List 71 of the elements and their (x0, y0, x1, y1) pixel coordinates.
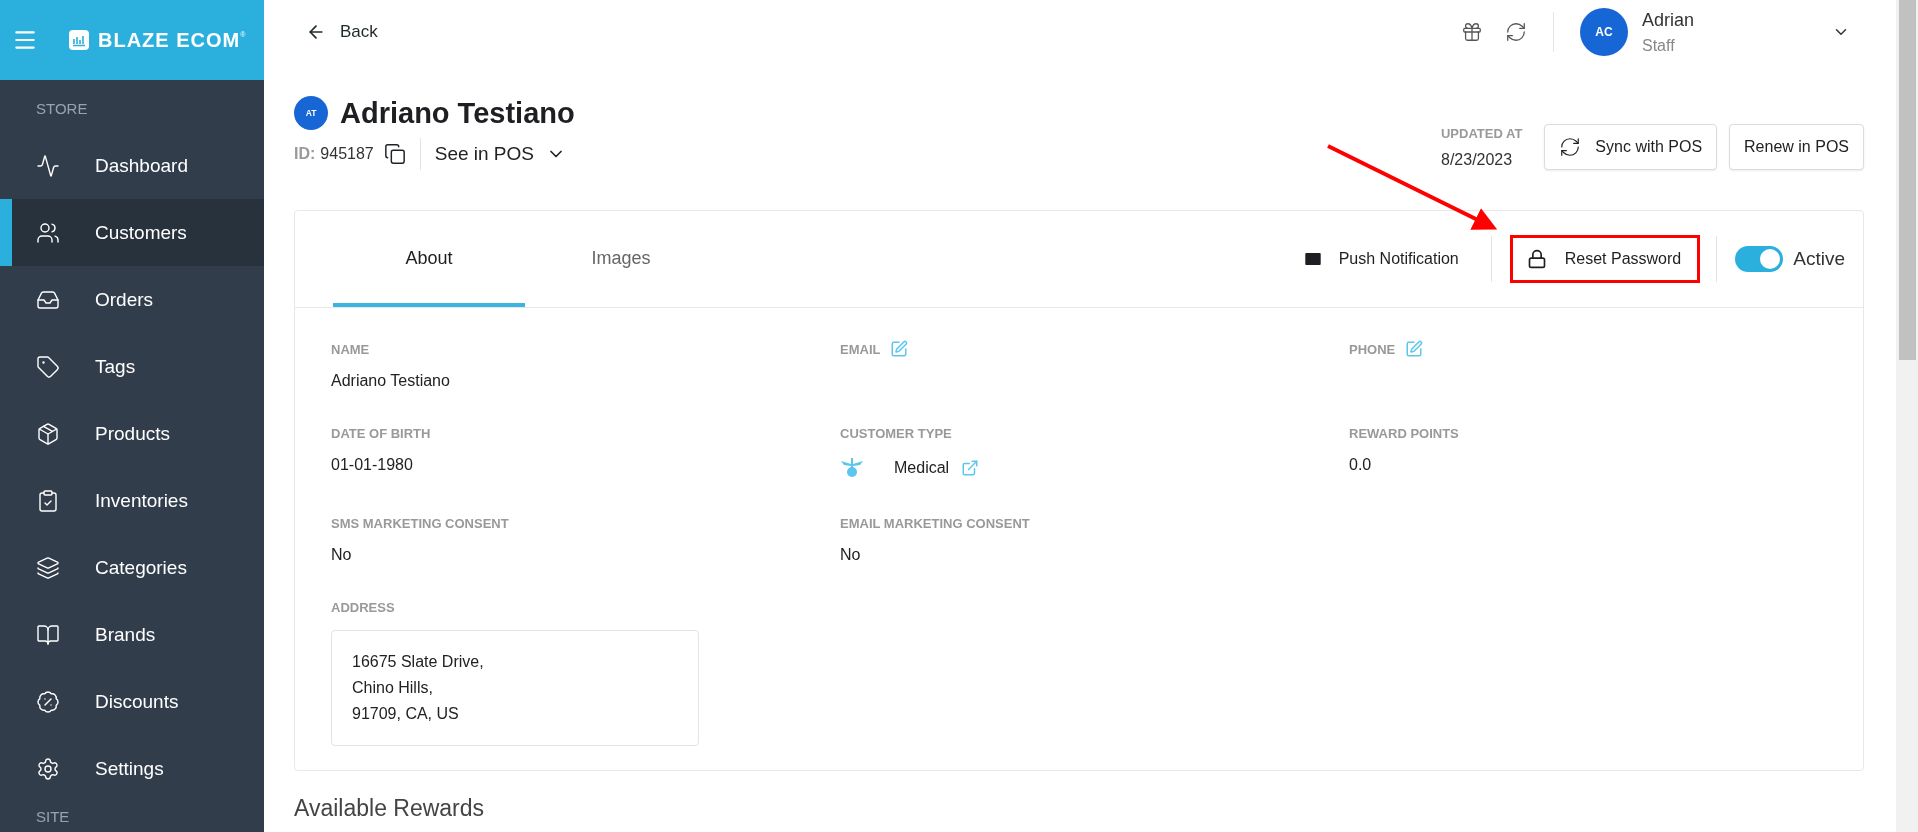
field-value: 0.0 (1349, 456, 1373, 474)
user-role: Staff (1642, 36, 1676, 55)
address-line: 16675 Slate Drive, (352, 653, 485, 671)
box-icon (36, 421, 60, 446)
reset-password-button[interactable]: Reset Password (1509, 235, 1701, 283)
lock-icon (1526, 249, 1547, 269)
field-value: No (840, 546, 862, 564)
customer-id: 945187 (320, 145, 374, 163)
book-icon (36, 622, 60, 647)
section-label: SITE (35, 807, 71, 826)
user-name: Adrian (1642, 9, 1696, 31)
users-icon (36, 220, 60, 245)
sidebar-item[interactable]: Orders (0, 266, 264, 333)
tab[interactable]: About (333, 211, 525, 307)
back-link[interactable]: Back (306, 22, 378, 42)
field-label: SMS MARKETING CONSENT (331, 515, 509, 531)
refresh-icon (1559, 136, 1582, 158)
field-label: EMAIL (840, 341, 881, 357)
settings-icon (36, 756, 60, 781)
customer-name: Adriano Testiano (340, 96, 575, 130)
refresh-icon[interactable] (1505, 21, 1527, 43)
tab[interactable]: Images (525, 211, 717, 307)
medical-icon (840, 456, 864, 480)
brand-name: BLAZE ECOM$^{®}$ (98, 28, 247, 52)
push-notification-button[interactable]: Push Notification (1290, 241, 1471, 277)
address-line: 91709, CA, US (352, 705, 460, 723)
edit-icon[interactable] (1405, 340, 1424, 358)
copy-icon[interactable] (383, 143, 406, 165)
field-label: ADDRESS (331, 599, 395, 615)
see-in-pos-dropdown[interactable]: See in POS (434, 143, 566, 165)
id-label: ID: (294, 145, 316, 163)
field-label: CUSTOMER TYPE (840, 425, 952, 441)
field-value: 01-01-1980 (331, 456, 414, 474)
edit-icon[interactable] (890, 340, 909, 358)
tag-icon (36, 354, 60, 379)
toggle-label: Active (1793, 248, 1845, 270)
active-toggle[interactable] (1735, 246, 1784, 272)
renew-button[interactable]: Renew in POS (1729, 124, 1864, 170)
external-link-icon[interactable] (961, 459, 980, 477)
updated-label: UPDATED AT (1441, 125, 1523, 141)
address-line: Chino Hills, (352, 679, 434, 697)
field-value: No (331, 546, 353, 564)
percent-icon (36, 689, 60, 714)
field-label: PHONE (1349, 341, 1396, 357)
section-label: STORE (35, 99, 89, 119)
sidebar-item[interactable]: Categories (0, 534, 264, 601)
customer-avatar: AT (294, 96, 328, 130)
layers-icon (36, 555, 60, 580)
field-label: DATE OF BIRTH (331, 425, 431, 441)
field-label: NAME (331, 341, 370, 357)
clipboard-icon (36, 488, 60, 513)
sidebar-item[interactable]: Tags (0, 333, 264, 400)
pulse-icon (36, 153, 60, 178)
logo-icon (68, 29, 90, 51)
field-value: Adriano Testiano (331, 372, 451, 390)
updated-date: 8/23/2023 (1441, 150, 1514, 169)
gift-icon[interactable] (1461, 21, 1483, 43)
field-label: REWARD POINTS (1349, 425, 1459, 441)
sidebar-item[interactable]: Customers (0, 199, 264, 266)
sidebar-item[interactable]: Products (0, 400, 264, 467)
scrollbar[interactable] (1896, 0, 1918, 832)
sidebar-item[interactable]: Discounts (0, 668, 264, 735)
user-avatar[interactable]: AC (1580, 8, 1628, 56)
section-title: Available Rewards (294, 795, 486, 822)
sidebar-item[interactable]: Dashboard (0, 132, 264, 199)
sidebar-item[interactable]: Inventories (0, 467, 264, 534)
sidebar-item[interactable]: Settings (0, 735, 264, 802)
field-value: Medical (894, 459, 950, 477)
sync-button[interactable]: Sync with POS (1544, 124, 1718, 170)
field-label: EMAIL MARKETING CONSENT (840, 515, 1030, 531)
sidebar-item[interactable]: Brands (0, 601, 264, 668)
